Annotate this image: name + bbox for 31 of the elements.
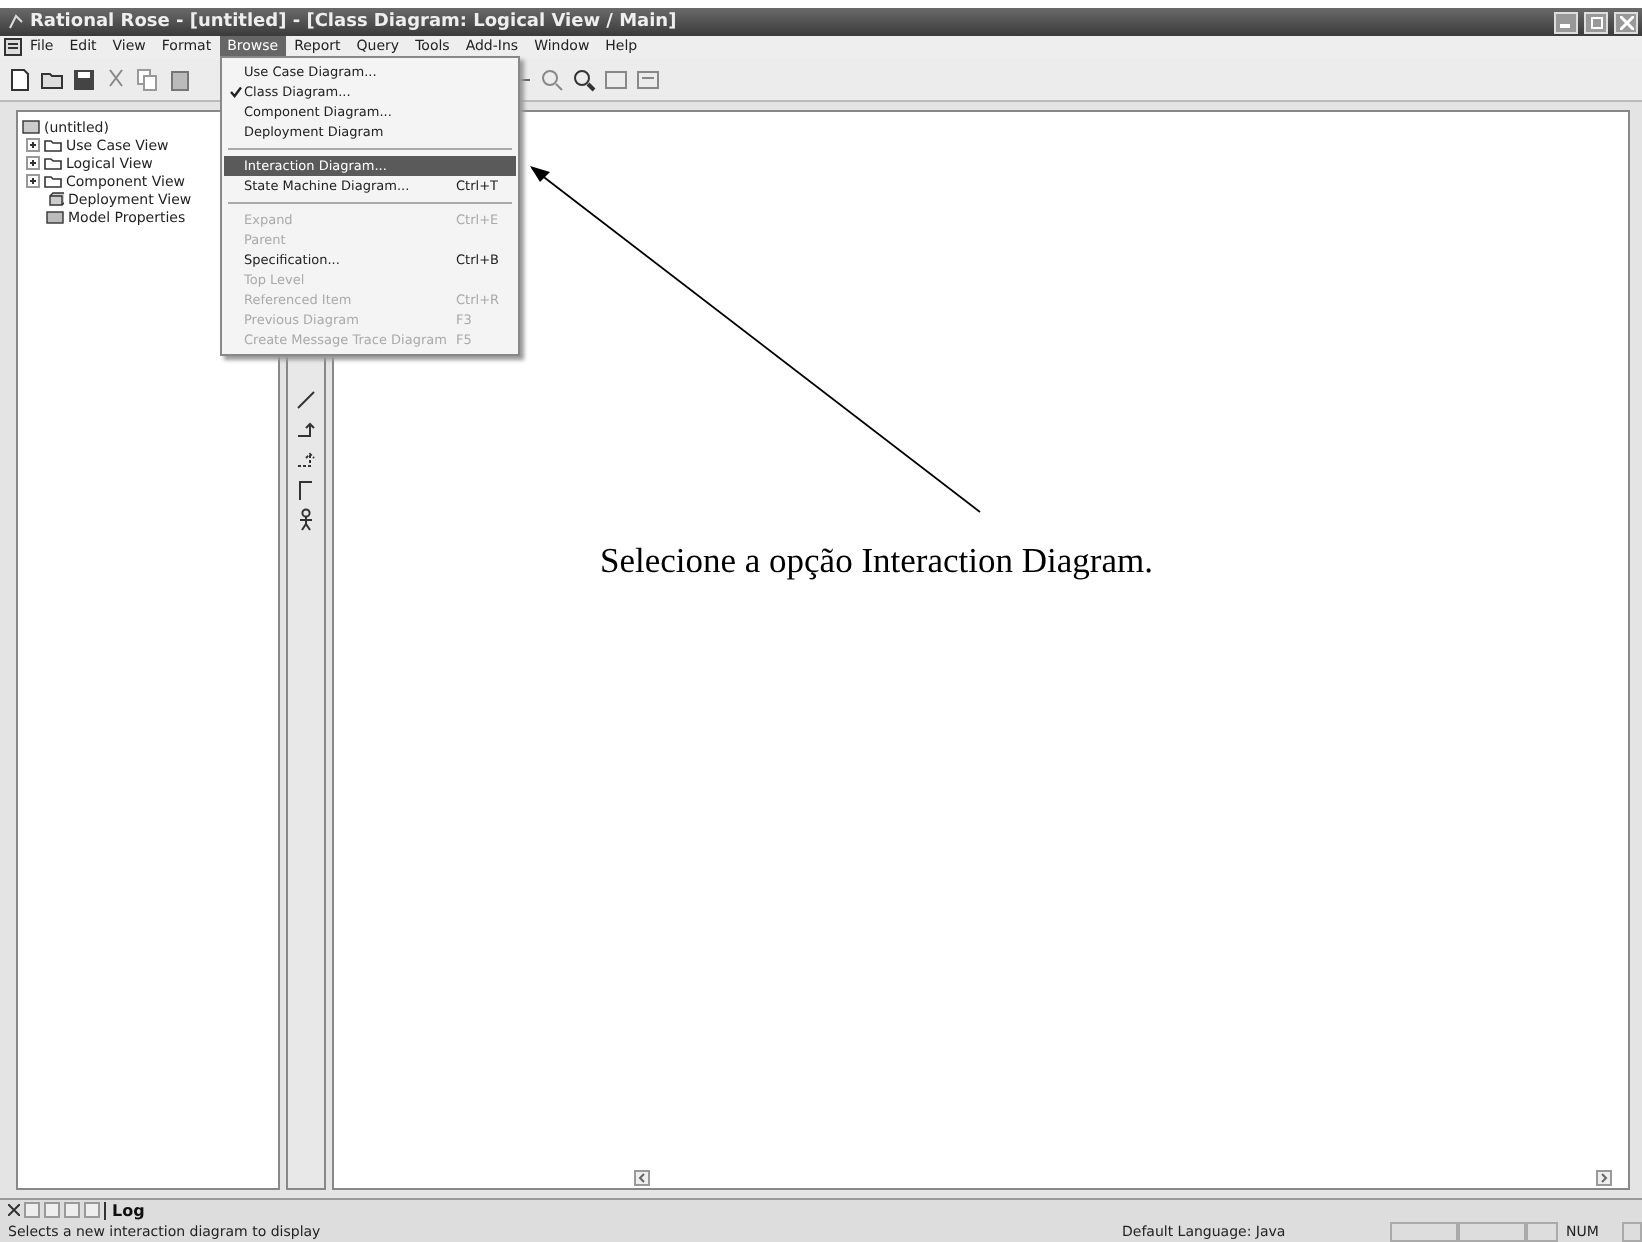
actor-icon[interactable] (294, 508, 318, 532)
scroll-left-icon[interactable] (634, 1170, 650, 1186)
window-title: Rational Rose - [untitled] - [Class Diagram: Logical View / Main] (30, 12, 679, 32)
close-icon[interactable] (8, 1204, 20, 1216)
return-message-icon[interactable] (294, 448, 318, 472)
save-icon[interactable] (72, 67, 96, 91)
expand-icon[interactable] (26, 156, 40, 170)
open-folder-icon[interactable] (40, 67, 64, 91)
scroll-right-icon[interactable] (1596, 1170, 1612, 1186)
status-panel (1390, 1221, 1458, 1241)
app-icon (8, 14, 24, 30)
properties-icon (46, 210, 64, 224)
copy-icon[interactable] (136, 67, 160, 91)
zoom-in-icon[interactable] (572, 67, 596, 91)
node-icon (46, 192, 64, 206)
document-icon[interactable] (4, 38, 22, 56)
minimize-button[interactable] (1554, 11, 1578, 33)
message-icon[interactable] (294, 418, 318, 442)
close-button[interactable] (1614, 11, 1638, 33)
annotation-text: Selecione a opção Interaction Diagram. (600, 540, 1153, 582)
self-message-icon[interactable] (294, 478, 318, 502)
zoom-out-icon[interactable] (540, 67, 564, 91)
line-icon[interactable] (294, 388, 318, 412)
cut-icon[interactable] (104, 67, 128, 91)
status-panel (1622, 1221, 1642, 1241)
restore-button[interactable] (1584, 11, 1608, 33)
restore-icon[interactable] (1589, 15, 1603, 29)
model-icon (22, 120, 40, 134)
expand-icon[interactable] (26, 138, 40, 152)
expand-icon[interactable] (26, 174, 40, 188)
new-file-icon[interactable] (8, 67, 32, 91)
